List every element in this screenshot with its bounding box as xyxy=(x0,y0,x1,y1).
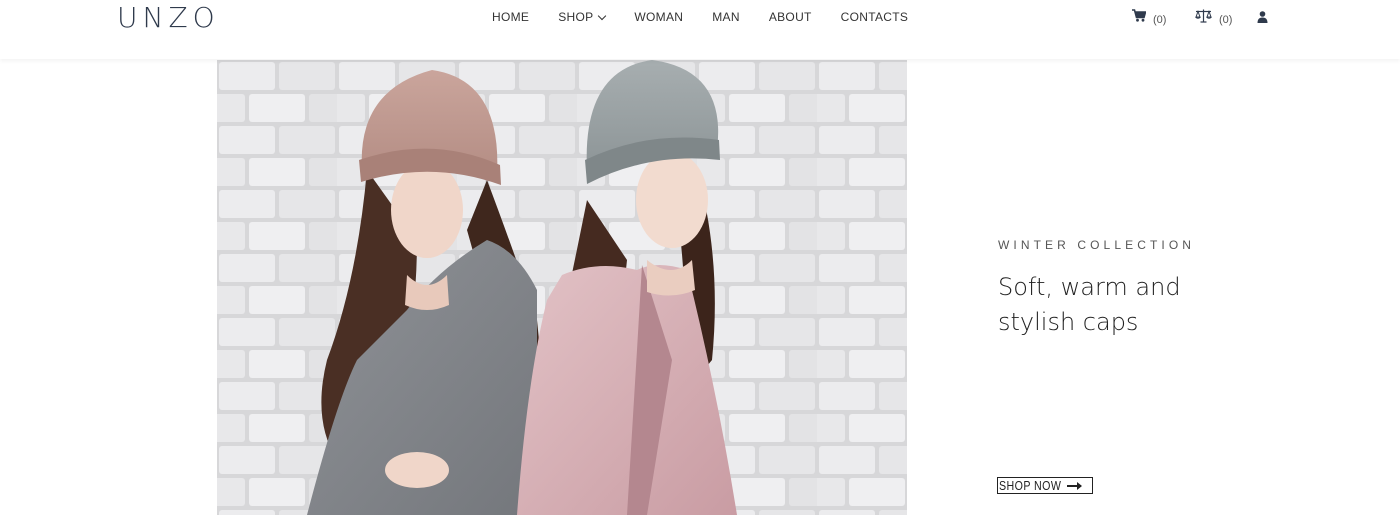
nav-contacts-label: CONTACTS xyxy=(840,10,909,24)
compare-button[interactable]: (0) xyxy=(1195,9,1232,28)
logo[interactable]: UNZO xyxy=(117,1,220,34)
compare-count: (0) xyxy=(1219,14,1233,26)
nav-contacts[interactable]: CONTACTS xyxy=(841,10,909,24)
nav-home-label: HOME xyxy=(492,10,530,24)
shop-now-button[interactable]: SHOP NOW xyxy=(997,477,1093,494)
scale-icon xyxy=(1195,9,1212,28)
arrow-right-icon xyxy=(1067,482,1082,490)
hero-image xyxy=(217,60,907,515)
cart-count: (0) xyxy=(1153,13,1167,26)
nav-man-label: MAN xyxy=(712,10,740,24)
site-header: UNZO HOME SHOP WOMAN MAN ABOUT CONTACTS … xyxy=(0,0,1400,59)
nav-shop-label: SHOP xyxy=(558,10,594,24)
main-nav: HOME SHOP WOMAN MAN ABOUT CONTACTS xyxy=(492,10,937,24)
nav-woman-label: WOMAN xyxy=(634,10,684,24)
nav-man[interactable]: MAN xyxy=(712,10,740,24)
chevron-down-icon xyxy=(598,11,607,20)
nav-home[interactable]: HOME xyxy=(492,10,529,24)
hero-headline: Soft, warm and stylish caps xyxy=(998,273,1181,336)
nav-woman[interactable]: WOMAN xyxy=(634,10,683,24)
nav-about[interactable]: ABOUT xyxy=(769,10,812,24)
user-icon xyxy=(1257,10,1268,28)
cart-button[interactable]: (0) xyxy=(1132,9,1166,27)
nav-shop[interactable]: SHOP xyxy=(558,10,607,24)
nav-about-label: ABOUT xyxy=(768,10,812,24)
account-button[interactable] xyxy=(1257,10,1268,28)
shop-now-label: SHOP NOW xyxy=(999,478,1062,493)
cart-icon xyxy=(1132,9,1147,27)
hero-subtitle: WINTER COLLECTION xyxy=(998,238,1196,252)
